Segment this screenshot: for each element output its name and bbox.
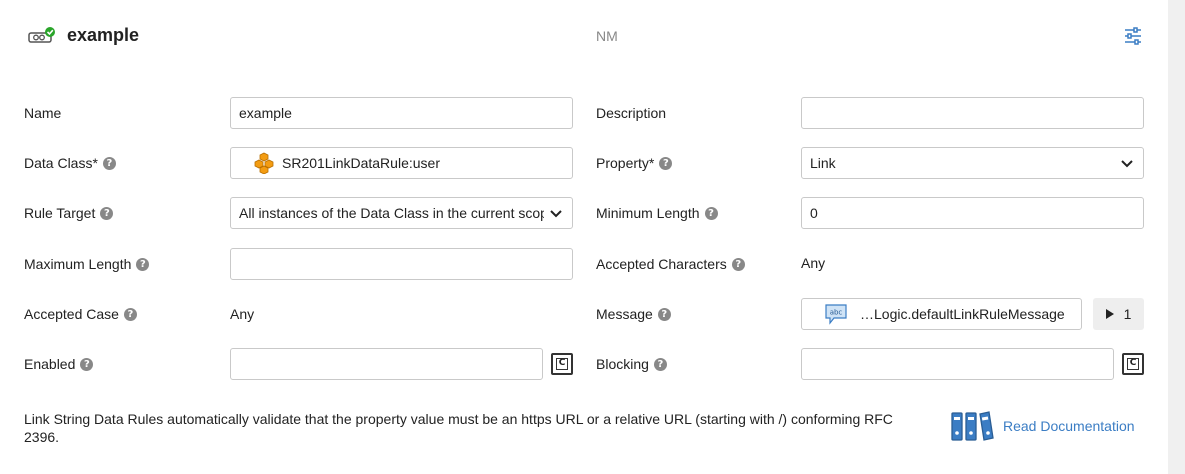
help-icon[interactable]: ?	[659, 156, 673, 170]
vertical-scrollbar[interactable]	[1168, 0, 1185, 474]
blocking-label: Blocking ?	[596, 348, 667, 380]
enabled-label: Enabled ?	[24, 348, 94, 380]
help-icon[interactable]: ?	[100, 206, 114, 220]
cubes-icon	[254, 152, 274, 174]
blocking-code-toggle-button[interactable]: C	[1122, 353, 1144, 375]
minimum-length-input[interactable]: 0	[801, 197, 1144, 229]
chevron-down-icon	[550, 210, 562, 218]
data-class-input[interactable]: SR201LinkDataRule:user	[230, 147, 573, 179]
maximum-length-label: Maximum Length ?	[24, 248, 150, 280]
message-label: Message ?	[596, 298, 671, 330]
chevron-down-icon	[1121, 160, 1133, 168]
help-icon[interactable]: ?	[102, 156, 116, 170]
description-label: Description	[596, 105, 667, 121]
property-select[interactable]: Link	[801, 147, 1144, 179]
help-icon[interactable]: ?	[731, 257, 745, 271]
accepted-case-value[interactable]: Any	[230, 298, 254, 330]
help-icon[interactable]: ?	[704, 206, 718, 220]
maximum-length-input[interactable]	[230, 248, 573, 280]
sliders-icon[interactable]	[1123, 26, 1143, 46]
rule-target-label: Rule Target ?	[24, 197, 114, 229]
rule-target-select[interactable]: All instances of the Data Class in the c…	[230, 197, 573, 229]
help-icon[interactable]: ?	[80, 357, 94, 371]
accepted-case-label: Accepted Case ?	[24, 298, 137, 330]
header: example NM	[0, 0, 1168, 72]
binders-icon	[951, 411, 994, 441]
data-class-label: Data Class* ?	[24, 147, 116, 179]
description-input[interactable]	[801, 97, 1144, 129]
svg-text:abc: abc	[830, 309, 843, 317]
play-icon	[1105, 309, 1114, 319]
help-icon[interactable]: ?	[136, 257, 150, 271]
name-input[interactable]: example	[230, 97, 573, 129]
code-icon: C	[556, 358, 568, 370]
code-icon: C	[1127, 358, 1139, 370]
read-documentation-link[interactable]: Read Documentation	[950, 410, 1135, 442]
link-rule-icon	[28, 27, 55, 43]
accepted-characters-label: Accepted Characters ?	[596, 248, 745, 280]
enabled-code-toggle-button[interactable]: C	[551, 353, 573, 375]
help-icon[interactable]: ?	[657, 307, 671, 321]
text-message-icon: abc	[825, 304, 847, 325]
rule-description: Link String Data Rules automatically val…	[24, 411, 893, 445]
name-label: Name	[24, 105, 62, 121]
namespace-label: NM	[596, 28, 618, 44]
accepted-characters-value[interactable]: Any	[801, 247, 825, 279]
page-title: example	[67, 25, 140, 45]
message-input[interactable]: abc …Logic.defaultLinkRuleMessage	[801, 298, 1082, 330]
run-message-button[interactable]: 1	[1093, 298, 1144, 330]
property-label: Property* ?	[596, 147, 673, 179]
minimum-length-label: Minimum Length ?	[596, 197, 718, 229]
help-icon[interactable]: ?	[653, 357, 667, 371]
enabled-input[interactable]	[230, 348, 543, 380]
help-icon[interactable]: ?	[123, 307, 137, 321]
blocking-input[interactable]	[801, 348, 1114, 380]
